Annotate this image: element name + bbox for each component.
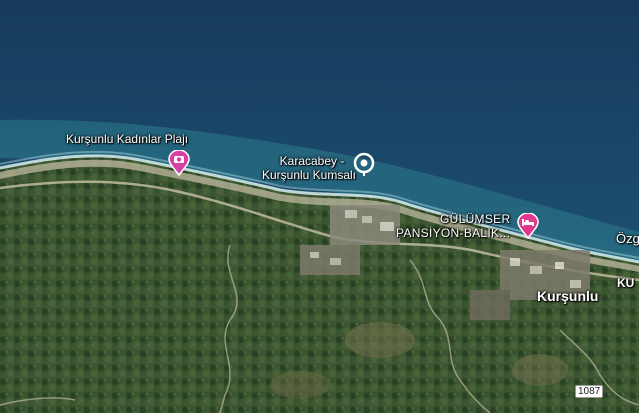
bed-pin-icon[interactable] [517,213,539,239]
place-label-karacabey-line1[interactable]: Karacabey - [262,154,362,168]
satellite-imagery [0,0,639,413]
place-label-karacabey-line2[interactable]: Kurşunlu Kumsalı [254,168,364,182]
place-label-gulumser-line2[interactable]: PANSİYON-BALIK... [396,226,526,240]
road-number-badge: 1087 [575,385,604,398]
place-label-beach-women[interactable]: Kurşunlu Kadınlar Plajı [66,132,226,146]
satellite-map[interactable]: Kurşunlu Kadınlar Plajı Karacabey - Kurş… [0,0,639,413]
edge-label-ozg: Özg [616,231,639,246]
edge-label-ku: KU [617,276,635,290]
location-circle-icon[interactable] [353,152,375,176]
town-label-kursunlu: Kurşunlu [537,288,599,304]
camera-pin-icon[interactable] [168,150,190,176]
